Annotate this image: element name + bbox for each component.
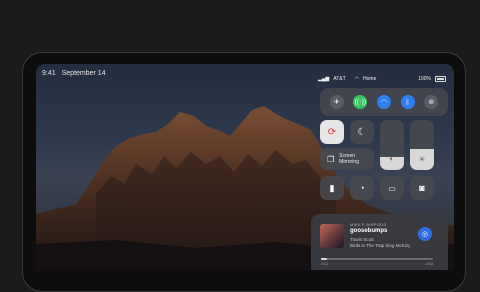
carrier-label: AT&T bbox=[333, 76, 346, 82]
signal-icon: ▂▄▆ bbox=[318, 76, 330, 82]
network-label: Home bbox=[363, 76, 377, 82]
orientation-lock-button[interactable]: ⟳ bbox=[320, 120, 344, 144]
speaker-icon: 🔈︎ bbox=[389, 154, 395, 163]
status-bar: 9:41 September 14 bbox=[42, 70, 106, 77]
airdrop-toggle[interactable]: ⊚ bbox=[424, 95, 439, 109]
status-date: September 14 bbox=[61, 70, 106, 77]
cellular-data-toggle[interactable]: ((·)) bbox=[353, 95, 368, 109]
camera-button[interactable]: ◙ bbox=[410, 176, 434, 200]
playback-progress-bar[interactable] bbox=[321, 258, 433, 260]
screen-mirroring-label: Screen Mirroring bbox=[339, 153, 359, 165]
screen-mirroring-icon: ❐ bbox=[327, 154, 335, 164]
flashlight-icon: ▮ bbox=[329, 182, 335, 193]
battery-mode-icon: ▭ bbox=[388, 183, 396, 193]
elapsed-time: 0:12 bbox=[321, 262, 328, 266]
sun-icon: ☀ bbox=[418, 155, 426, 164]
audio-output-label: MIKE'S AIRPODS bbox=[350, 222, 387, 227]
timer-icon: ◔ bbox=[359, 183, 365, 193]
airplay-button[interactable]: ◎ bbox=[418, 227, 432, 241]
airdrop-icon: ⊚ bbox=[428, 98, 435, 106]
rotation-lock-icon: ⟳ bbox=[327, 126, 337, 138]
volume-slider[interactable]: 🔈︎ bbox=[380, 120, 404, 170]
wifi-icon: ◠ bbox=[380, 98, 388, 106]
wifi-toggle[interactable]: ◠ bbox=[376, 95, 391, 109]
track-artist: Travis Scott bbox=[350, 237, 374, 242]
battery-percent: 100% bbox=[418, 76, 431, 82]
connectivity-panel: ✈ ((·)) ◠ ᛒ ⊚ bbox=[320, 88, 448, 116]
camera-icon: ◙ bbox=[419, 183, 425, 193]
control-center-status-bar: ▂▄▆ AT&T ◠ Home 100% bbox=[318, 74, 446, 84]
bluetooth-icon: ᛒ bbox=[405, 98, 410, 106]
playback-progress-fill bbox=[321, 258, 327, 260]
album-artwork bbox=[320, 224, 344, 248]
battery-icon bbox=[435, 76, 446, 82]
airplay-icon: ◎ bbox=[421, 231, 429, 238]
cellular-icon: ((·)) bbox=[354, 98, 367, 106]
airplane-icon: ✈ bbox=[333, 98, 340, 106]
timer-button[interactable]: ◔ bbox=[350, 176, 374, 200]
track-title: goosebumps bbox=[350, 228, 388, 234]
low-power-button[interactable]: ▭ bbox=[380, 176, 404, 200]
flashlight-button[interactable]: ▮ bbox=[320, 176, 344, 200]
now-playing-card[interactable]: MIKE'S AIRPODS goosebumps Travis Scott B… bbox=[311, 214, 448, 270]
remaining-time: -4:03 bbox=[425, 262, 433, 266]
bluetooth-toggle[interactable]: ᛒ bbox=[400, 95, 415, 109]
moon-icon: ☾ bbox=[357, 126, 367, 138]
status-time: 9:41 bbox=[42, 70, 56, 77]
wifi-status-icon: ◠ bbox=[354, 76, 360, 82]
track-album: Birds in The Trap Sing McKnight bbox=[350, 243, 410, 248]
brightness-slider[interactable]: ☀ bbox=[410, 120, 434, 170]
do-not-disturb-button[interactable]: ☾ bbox=[350, 120, 374, 144]
screen-mirroring-button[interactable]: ❐ Screen Mirroring bbox=[320, 148, 374, 170]
airplane-mode-toggle[interactable]: ✈ bbox=[329, 95, 344, 109]
